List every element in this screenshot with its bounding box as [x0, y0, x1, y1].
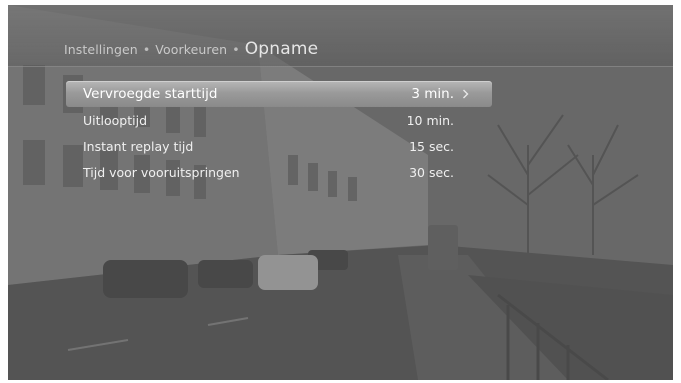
menu-item-label: Vervroegde starttijd [83, 86, 218, 102]
breadcrumb-separator: • [232, 42, 240, 57]
settings-menu: Vervroegde starttijd 3 min. Uitlooptijd … [66, 81, 492, 185]
menu-item-label: Uitlooptijd [83, 112, 148, 128]
menu-item-value-group: 15 sec. [409, 139, 470, 154]
tv-screen: Instellingen • Voorkeuren • Opname Vervroegd… [8, 5, 673, 380]
menu-item-value: 10 min. [406, 112, 454, 128]
menu-item-instant-replay-tijd[interactable]: Instant replay tijd 15 sec. [66, 133, 492, 159]
chevron-right-icon [460, 81, 470, 107]
menu-item-label: Tijd voor vooruitspringen [83, 164, 240, 180]
menu-item-uitlooptijd[interactable]: Uitlooptijd 10 min. [66, 107, 492, 133]
menu-item-value: 3 min. [411, 86, 454, 102]
menu-item-value-group: 30 sec. [409, 165, 470, 180]
menu-item-value: 15 sec. [409, 138, 454, 154]
menu-item-label: Instant replay tijd [83, 138, 194, 154]
page-title: Opname [244, 39, 319, 59]
breadcrumb: Instellingen • Voorkeuren • Opname [64, 39, 318, 59]
menu-item-value-group: 10 min. [407, 113, 470, 128]
breadcrumb-item-instellingen: Instellingen [64, 42, 138, 57]
breadcrumb-separator: • [142, 42, 151, 57]
menu-item-value: 30 sec. [409, 164, 454, 180]
menu-item-vervroegde-starttijd[interactable]: Vervroegde starttijd 3 min. [66, 81, 492, 107]
breadcrumb-item-voorkeuren: Voorkeuren [155, 42, 228, 57]
menu-item-value-group: 3 min. [411, 81, 470, 107]
menu-item-tijd-voor-vooruitspringen[interactable]: Tijd voor vooruitspringen 30 sec. [66, 159, 492, 185]
